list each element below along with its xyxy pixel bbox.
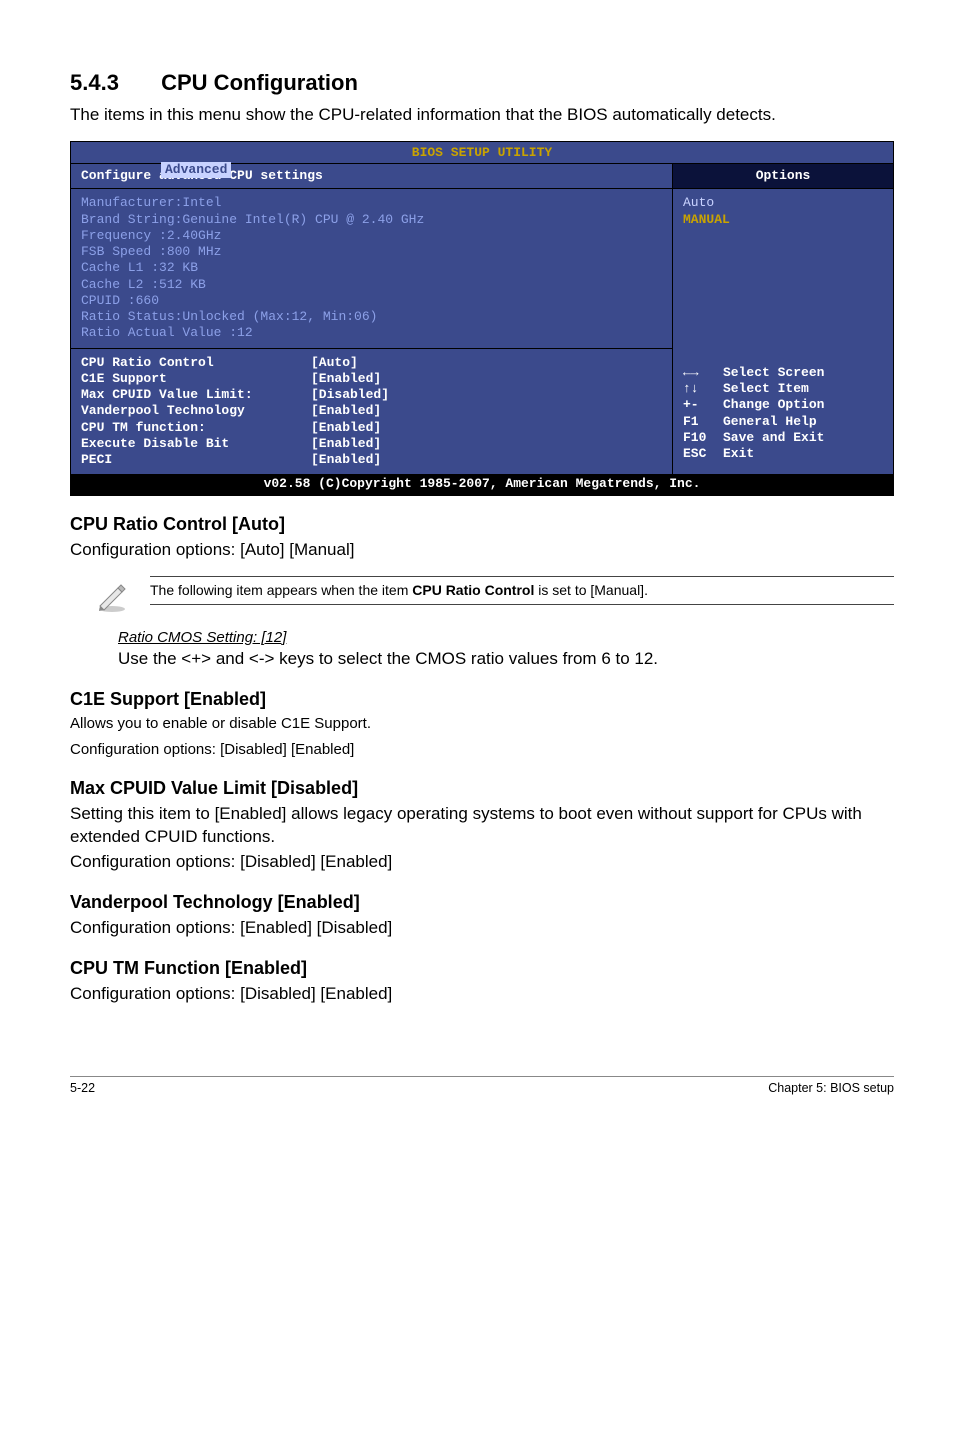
page-footer: 5-22 Chapter 5: BIOS setup [70, 1076, 894, 1095]
bios-setting-row: CPU TM function:[Enabled] [81, 420, 662, 436]
bios-options-header: Options [673, 164, 893, 189]
bios-setting-row: Max CPUID Value Limit:[Disabled] [81, 387, 662, 403]
info-line: Ratio Status:Unlocked (Max:12, Min:06) [81, 309, 662, 325]
c1e-desc: Allows you to enable or disable C1E Supp… [70, 714, 894, 734]
bios-setting-row: C1E Support[Enabled] [81, 371, 662, 387]
intro-text: The items in this menu show the CPU-rela… [70, 104, 894, 127]
info-line: Brand String:Genuine Intel(R) CPU @ 2.40… [81, 212, 662, 228]
bios-cpu-info: Manufacturer:Intel Brand String:Genuine … [71, 189, 672, 348]
option-auto: Auto [683, 195, 883, 211]
info-line: Ratio Actual Value :12 [81, 325, 662, 341]
note-text: The following item appears when the item… [150, 576, 894, 605]
heading-vanderpool: Vanderpool Technology [Enabled] [70, 892, 894, 913]
info-line: Cache L1 :32 KB [81, 260, 662, 276]
option-manual: MANUAL [683, 212, 883, 228]
heading-ratio-cmos: Ratio CMOS Setting: [12] [118, 629, 894, 646]
vanderpool-cfg: Configuration options: [Enabled] [Disabl… [70, 917, 894, 940]
bios-title: BIOS SETUP UTILITY [71, 142, 893, 163]
info-line: Cache L2 :512 KB [81, 277, 662, 293]
info-line: FSB Speed :800 MHz [81, 244, 662, 260]
bios-tab-advanced: Advanced [161, 162, 231, 178]
note-box: The following item appears when the item… [94, 576, 894, 619]
max-cpuid-cfg: Configuration options: [Disabled] [Enabl… [70, 851, 894, 874]
footer-chapter: Chapter 5: BIOS setup [768, 1081, 894, 1095]
pencil-note-icon [94, 576, 130, 619]
bios-setting-row: CPU Ratio Control[Auto] [81, 355, 662, 371]
bios-settings: CPU Ratio Control[Auto] C1E Support[Enab… [71, 349, 672, 475]
bios-footer: v02.58 (C)Copyright 1985-2007, American … [71, 474, 893, 494]
bios-setting-row: PECI[Enabled] [81, 452, 662, 468]
c1e-cfg: Configuration options: [Disabled] [Enabl… [70, 740, 894, 760]
bios-legend: ←→Select Screen ↑↓Select Item +-Change O… [683, 365, 883, 469]
cpu-tm-cfg: Configuration options: [Disabled] [Enabl… [70, 983, 894, 1006]
heading-max-cpuid: Max CPUID Value Limit [Disabled] [70, 778, 894, 799]
info-line: Manufacturer:Intel [81, 195, 662, 211]
heading-cpu-tm: CPU TM Function [Enabled] [70, 958, 894, 979]
section-heading: 5.4.3 CPU Configuration [70, 70, 894, 96]
bios-setting-row: Vanderpool Technology[Enabled] [81, 403, 662, 419]
cfg-cpu-ratio: Configuration options: [Auto] [Manual] [70, 539, 894, 562]
bios-setting-row: Execute Disable Bit[Enabled] [81, 436, 662, 452]
section-number: 5.4.3 [70, 70, 155, 96]
bios-screenshot: BIOS SETUP UTILITY Advanced Configure ad… [70, 141, 894, 496]
max-cpuid-desc: Setting this item to [Enabled] allows le… [70, 803, 894, 849]
info-line: CPUID :660 [81, 293, 662, 309]
heading-cpu-ratio: CPU Ratio Control [Auto] [70, 514, 894, 535]
info-line: Frequency :2.40GHz [81, 228, 662, 244]
heading-c1e: C1E Support [Enabled] [70, 689, 894, 710]
footer-page-number: 5-22 [70, 1081, 95, 1095]
ratio-cmos-desc: Use the <+> and <-> keys to select the C… [118, 648, 894, 671]
section-title-text: CPU Configuration [161, 70, 358, 95]
